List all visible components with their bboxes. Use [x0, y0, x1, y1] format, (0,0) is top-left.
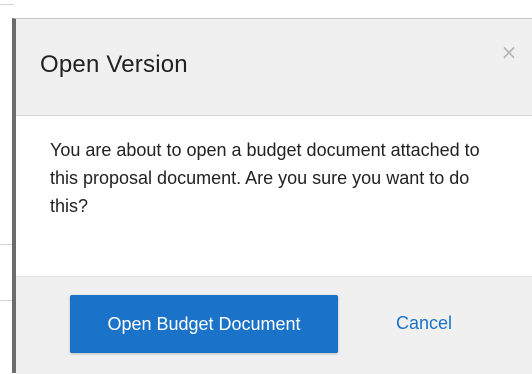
open-version-dialog: Open Version × You are about to open a b…	[12, 18, 532, 374]
dialog-message: You are about to open a budget document …	[50, 140, 480, 216]
cancel-link[interactable]: Cancel	[396, 313, 452, 334]
dialog-title: Open Version	[40, 51, 188, 78]
close-icon[interactable]: ×	[498, 41, 520, 63]
backdrop-divider	[0, 4, 14, 5]
open-budget-document-button[interactable]: Open Budget Document	[70, 295, 338, 353]
dialog-footer: Open Budget Document Cancel	[16, 276, 532, 374]
dialog-header: Open Version ×	[16, 19, 532, 116]
dialog-body: You are about to open a budget document …	[16, 116, 532, 276]
